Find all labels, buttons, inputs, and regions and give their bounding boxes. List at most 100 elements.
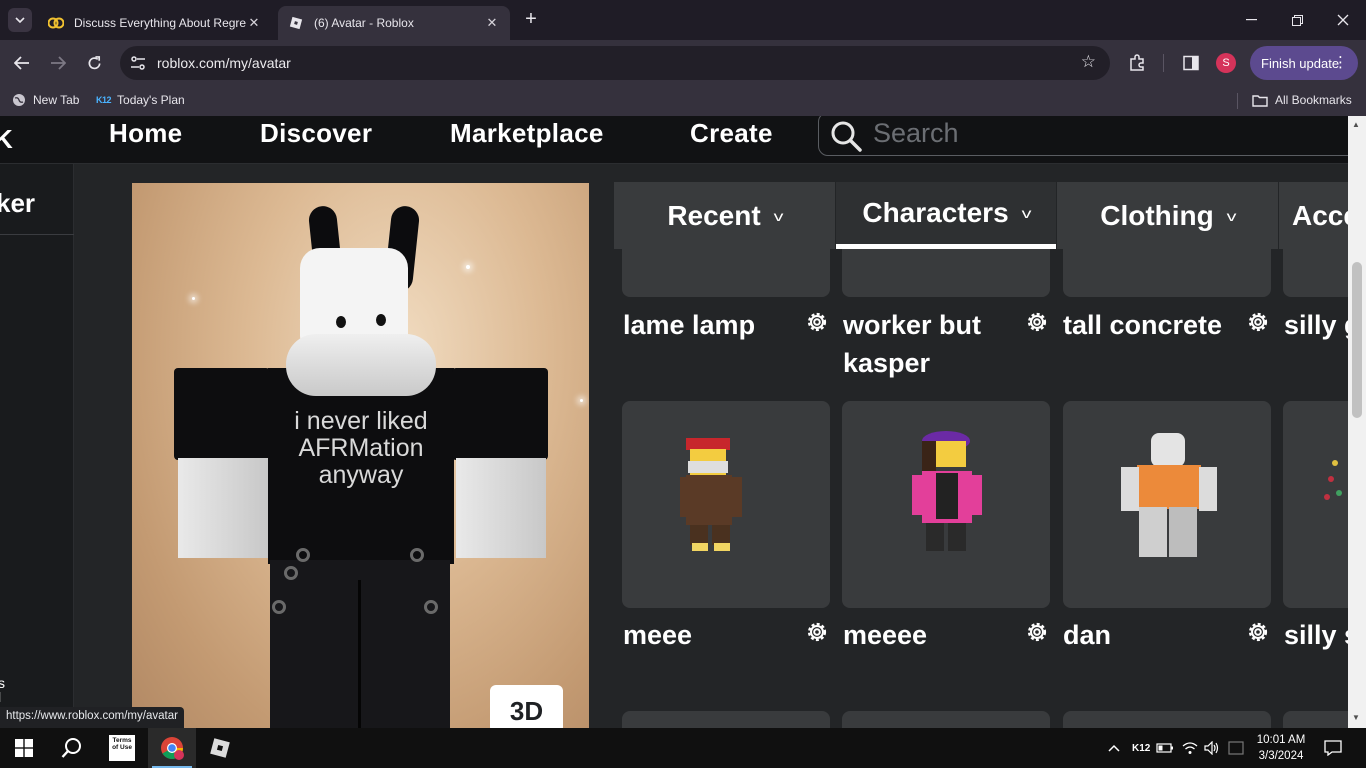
avatar-eye bbox=[376, 314, 386, 326]
settings-gear-icon[interactable] bbox=[804, 309, 830, 335]
scrollbar-thumb[interactable] bbox=[1352, 262, 1362, 418]
minimize-icon bbox=[1245, 19, 1257, 21]
windows-logo-icon bbox=[15, 739, 33, 757]
sparkle-decoration bbox=[580, 399, 583, 402]
arrow-left-icon bbox=[14, 56, 29, 70]
nav-home[interactable]: Home bbox=[109, 118, 182, 149]
terms-of-use-app[interactable]: Terms of Use bbox=[98, 728, 146, 768]
character-name[interactable]: silly s soul bbox=[1284, 616, 1348, 654]
finish-update-button[interactable]: Finish update ⋮ bbox=[1250, 46, 1358, 80]
tab-title: (6) Avatar - Roblox bbox=[314, 16, 414, 30]
character-card-thumb[interactable] bbox=[622, 249, 830, 297]
terms-of-use-icon: Terms of Use bbox=[109, 735, 135, 761]
character-name[interactable]: dan bbox=[1063, 616, 1233, 654]
restore-button[interactable] bbox=[1282, 6, 1312, 34]
character-card-thumb[interactable] bbox=[622, 711, 830, 728]
address-bar[interactable]: roblox.com/my/avatar ☆ bbox=[120, 46, 1110, 80]
tab-close-icon[interactable]: ✕ bbox=[484, 15, 500, 31]
site-info-icon[interactable] bbox=[130, 55, 146, 71]
back-button[interactable] bbox=[10, 51, 34, 75]
tab-close-icon[interactable]: ✕ bbox=[246, 15, 262, 31]
character-card-dan[interactable] bbox=[1063, 401, 1271, 608]
tab-accessories[interactable]: Acce bbox=[1279, 182, 1348, 249]
settings-gear-icon[interactable] bbox=[1245, 619, 1271, 645]
character-card-thumb[interactable] bbox=[842, 711, 1050, 728]
bookmark-todays-plan[interactable]: K12 Today's Plan bbox=[96, 93, 185, 107]
battery-icon[interactable] bbox=[1156, 728, 1174, 768]
settings-gear-icon[interactable] bbox=[804, 619, 830, 645]
globe-icon bbox=[12, 93, 26, 107]
sparkle-decoration bbox=[192, 297, 195, 300]
character-card-meeee[interactable] bbox=[842, 401, 1050, 608]
nav-create[interactable]: Create bbox=[690, 118, 773, 149]
character-name[interactable]: meee bbox=[623, 616, 793, 654]
character-name[interactable]: worker but kasper bbox=[843, 306, 1013, 382]
left-panel-footer-text: s l bbox=[0, 675, 5, 704]
tab-search-button[interactable] bbox=[8, 8, 32, 32]
settings-gear-icon[interactable] bbox=[1245, 309, 1271, 335]
character-thumbnail bbox=[1324, 460, 1342, 500]
character-card-thumb[interactable] bbox=[1063, 711, 1271, 728]
volume-icon[interactable] bbox=[1204, 728, 1220, 768]
extensions-button[interactable] bbox=[1126, 52, 1148, 74]
scroll-down-arrow-icon[interactable]: ▼ bbox=[1352, 713, 1360, 722]
character-card-silly-soul[interactable] bbox=[1283, 401, 1348, 608]
bookmark-new-tab[interactable]: New Tab bbox=[12, 93, 79, 107]
forward-button[interactable] bbox=[46, 51, 70, 75]
search-bar[interactable] bbox=[818, 116, 1348, 156]
close-window-button[interactable] bbox=[1328, 6, 1358, 34]
character-card-meee[interactable] bbox=[622, 401, 830, 608]
tab-clothing[interactable]: Clothing v bbox=[1057, 182, 1278, 249]
avatar-editor-title: ker bbox=[0, 188, 36, 218]
character-name[interactable]: tall concrete bbox=[1063, 306, 1233, 344]
bookmarks-divider bbox=[1237, 93, 1238, 109]
bookmark-star-icon[interactable]: ☆ bbox=[1081, 52, 1096, 72]
settings-gear-icon[interactable] bbox=[1024, 619, 1050, 645]
character-card-thumb[interactable] bbox=[1063, 249, 1271, 297]
character-thumbnail bbox=[680, 438, 742, 551]
tab-characters[interactable]: Characters v bbox=[836, 182, 1056, 249]
character-card-thumb[interactable] bbox=[1283, 249, 1348, 297]
page-scrollbar[interactable]: ▲ ▼ bbox=[1348, 116, 1366, 728]
start-button[interactable] bbox=[0, 728, 48, 768]
scroll-up-arrow-icon[interactable]: ▲ bbox=[1352, 120, 1360, 129]
tab-avatar-roblox[interactable]: (6) Avatar - Roblox ✕ bbox=[278, 6, 510, 40]
character-card-thumb[interactable] bbox=[1283, 711, 1348, 728]
status-bar-url: https://www.roblox.com/my/avatar bbox=[0, 707, 184, 728]
tab-recent[interactable]: Recent v bbox=[614, 182, 835, 249]
show-hidden-icons-button[interactable] bbox=[1108, 728, 1120, 768]
notifications-button[interactable] bbox=[1324, 728, 1342, 768]
search-icon bbox=[61, 738, 81, 758]
all-bookmarks-button[interactable]: All Bookmarks bbox=[1252, 93, 1352, 107]
nav-discover[interactable]: Discover bbox=[260, 118, 372, 149]
avatar-scarf bbox=[286, 334, 436, 396]
profile-avatar[interactable]: S bbox=[1216, 53, 1236, 73]
nav-logo-fragment[interactable]: K bbox=[0, 124, 13, 155]
bookmark-label: New Tab bbox=[33, 93, 80, 107]
tab-discuss[interactable]: Discuss Everything About Regre ✕ bbox=[38, 6, 272, 40]
character-name[interactable]: silly g bbox=[1284, 306, 1348, 344]
character-card-thumb[interactable] bbox=[842, 249, 1050, 297]
url-text[interactable]: roblox.com/my/avatar bbox=[157, 55, 291, 71]
character-name[interactable]: lame lamp bbox=[623, 306, 793, 344]
restore-icon bbox=[1291, 14, 1303, 26]
keyboard-layout-indicator[interactable]: K12 bbox=[1132, 728, 1150, 768]
side-panel-button[interactable] bbox=[1180, 52, 1202, 74]
touchpad-icon[interactable] bbox=[1228, 728, 1244, 768]
search-input[interactable] bbox=[873, 116, 1293, 151]
roblox-app[interactable] bbox=[196, 728, 244, 768]
view-3d-button[interactable]: 3D bbox=[490, 685, 563, 728]
clock-time: 10:01 AM bbox=[1256, 734, 1306, 746]
settings-gear-icon[interactable] bbox=[1024, 309, 1050, 335]
nav-marketplace[interactable]: Marketplace bbox=[450, 118, 604, 149]
chrome-app[interactable] bbox=[148, 728, 196, 768]
minimize-button[interactable] bbox=[1236, 6, 1266, 34]
wifi-icon[interactable] bbox=[1182, 728, 1198, 768]
search-button[interactable] bbox=[48, 728, 96, 768]
new-tab-button[interactable]: + bbox=[520, 8, 542, 30]
taskbar-clock[interactable]: 10:01 AM 3/3/2024 bbox=[1248, 732, 1314, 764]
reload-button[interactable] bbox=[82, 51, 106, 75]
character-name[interactable]: meeee bbox=[843, 616, 1013, 654]
left-panel: ker s l bbox=[0, 164, 74, 728]
folder-icon bbox=[1252, 94, 1268, 107]
